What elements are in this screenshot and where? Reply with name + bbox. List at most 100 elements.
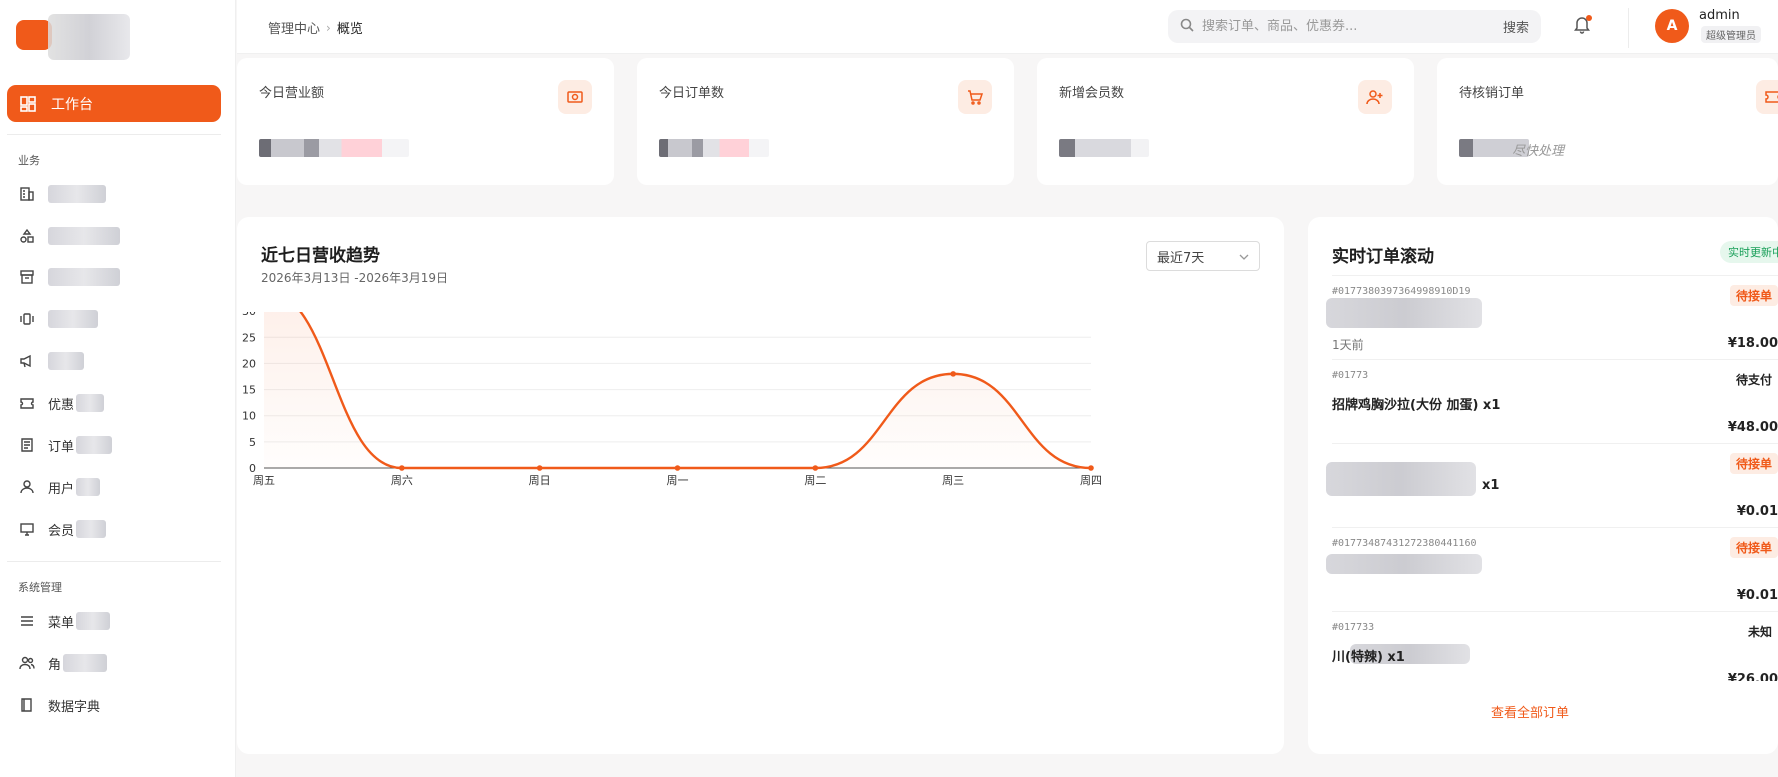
- sidebar-item-members[interactable]: 会员: [18, 518, 218, 540]
- user-plus-icon: [1358, 80, 1392, 114]
- sidebar-item-label: 会员: [48, 523, 75, 539]
- x-tick-label: 周五: [253, 474, 275, 487]
- sidebar: 工作台 业务 优惠 订单 用户 会员 系统管理 菜单 角 数据字典: [0, 0, 236, 777]
- sidebar-item-label: 优惠: [48, 397, 75, 413]
- y-tick-label: 15: [242, 384, 256, 397]
- sidebar-item-label: 菜单: [48, 615, 75, 631]
- order-number: #01773487431272380441160: [1332, 538, 1477, 549]
- range-select[interactable]: 最近7天: [1146, 241, 1260, 271]
- menu-icon: [18, 612, 36, 630]
- sidebar-item-label-blurred: [76, 612, 111, 630]
- avatar[interactable]: A: [1655, 9, 1689, 43]
- order-row[interactable]: #01773487431272380441160 待接单 ¥0.01: [1326, 527, 1778, 611]
- sidebar-item-users[interactable]: 用户: [18, 476, 218, 498]
- ticket-icon: [18, 394, 36, 412]
- data-point: [812, 465, 819, 471]
- status-badge: 待支付: [1735, 373, 1772, 387]
- sidebar-item-label-blurred: [48, 352, 84, 370]
- data-point: [399, 465, 405, 471]
- search-button[interactable]: 搜索: [1503, 17, 1529, 36]
- stat-value-blurred: [1059, 139, 1149, 157]
- chart-title: 近七日营收趋势: [261, 246, 380, 266]
- sidebar-item-4[interactable]: [18, 308, 218, 330]
- stat-card-revenue: 今日营业额: [237, 58, 614, 185]
- y-tick-label: 5: [249, 436, 256, 449]
- sidebar-item-dashboard[interactable]: 工作台: [7, 85, 221, 122]
- dashboard-icon: [19, 95, 37, 113]
- divider: [1628, 8, 1629, 48]
- stat-label: 新增会员数: [1059, 86, 1125, 101]
- sidebar-item-label: 工作台: [51, 96, 93, 113]
- building-icon: [18, 185, 36, 203]
- data-point: [674, 465, 681, 471]
- revenue-line-chart: 05101520253035周五周六周日周一周二周三周四: [242, 312, 1102, 487]
- sidebar-item-label-blurred: [48, 185, 106, 203]
- data-point: [1088, 465, 1094, 471]
- sidebar-item-roles[interactable]: 角: [18, 652, 218, 674]
- users-icon: [18, 654, 36, 672]
- monitor-icon: [18, 520, 36, 538]
- chevron-down-icon: [1239, 249, 1249, 264]
- sidebar-item-label: 数据字典: [48, 699, 101, 715]
- cash-icon: [558, 80, 592, 114]
- status-badge: 未知: [1747, 625, 1772, 639]
- status-badge: 待接单: [1729, 285, 1778, 306]
- breadcrumb-root[interactable]: 管理中心: [268, 18, 320, 37]
- sidebar-item-1[interactable]: [18, 183, 218, 205]
- order-price: ¥0.01: [1736, 504, 1778, 519]
- view-all-orders-link[interactable]: 查看全部订单: [1308, 702, 1752, 721]
- revenue-chart-card: 近七日营收趋势 2026年3月13日 -2026年3月19日 最近7天 0 5 10…: [237, 217, 1284, 754]
- stat-label: 今日订单数: [659, 86, 725, 101]
- x-tick-label: 周一: [667, 474, 689, 487]
- user-icon: [18, 478, 36, 496]
- shapes-icon: [18, 227, 36, 245]
- order-item-blurred: [1326, 554, 1482, 574]
- sidebar-item-orders[interactable]: 订单: [18, 434, 218, 456]
- user-name[interactable]: admin: [1699, 8, 1740, 23]
- order-row[interactable]: #01773 待支付 招牌鸡胸沙拉(大份 加蛋) x1 ¥48.00: [1332, 359, 1778, 443]
- order-price: ¥18.00: [1727, 336, 1778, 351]
- sidebar-item-label-blurred: [76, 520, 107, 538]
- sidebar-item-label-blurred: [76, 394, 105, 412]
- order-row[interactable]: #017733 未知 川(特辣) x1 ¥26.00: [1332, 611, 1778, 681]
- receipt-icon: [18, 436, 36, 454]
- archive-icon: [18, 268, 36, 286]
- stat-label: 今日营业额: [259, 86, 325, 101]
- breadcrumb-current: 概览: [336, 22, 363, 37]
- stat-card-members: 新增会员数: [1037, 58, 1414, 185]
- sidebar-item-dictionary[interactable]: 数据字典: [18, 694, 218, 716]
- user-role-badge: 超级管理员: [1701, 26, 1761, 43]
- status-badge: 待接单: [1729, 537, 1778, 558]
- divider: [7, 561, 221, 562]
- logo[interactable]: [8, 14, 132, 62]
- chart-date-range: 2026年3月13日 -2026年3月19日: [261, 271, 449, 285]
- y-tick-label: 20: [242, 357, 256, 370]
- x-tick-label: 周三: [942, 474, 964, 487]
- order-price: ¥0.01: [1736, 588, 1778, 603]
- megaphone-icon: [18, 352, 36, 370]
- order-price: ¥48.00: [1727, 420, 1778, 435]
- order-row[interactable]: 待接单 x1 ¥0.01: [1326, 443, 1778, 527]
- order-item: 川(特辣) x1: [1332, 650, 1405, 665]
- status-badge: 待接单: [1729, 453, 1778, 474]
- sidebar-item-menu[interactable]: 菜单: [18, 610, 218, 632]
- search-input[interactable]: [1202, 19, 1503, 34]
- order-price: ¥26.00: [1727, 672, 1778, 681]
- sidebar-item-2[interactable]: [18, 225, 218, 247]
- realtime-orders-card: 实时订单滚动 实时更新中 #0177380397364998910D19 待接单…: [1308, 217, 1778, 754]
- sidebar-item-5[interactable]: [18, 350, 218, 372]
- sidebar-item-coupons[interactable]: 优惠: [18, 392, 218, 414]
- sidebar-item-3[interactable]: [18, 266, 218, 288]
- notification-bell-icon[interactable]: [1572, 14, 1594, 36]
- sidebar-item-label-blurred: [63, 654, 108, 672]
- sidebar-item-label-blurred: [76, 478, 101, 496]
- sidebar-item-label-blurred: [48, 268, 120, 286]
- data-point: [950, 371, 956, 377]
- ticket-check-icon: [1756, 80, 1778, 114]
- x-tick-label: 周二: [804, 474, 826, 487]
- sidebar-item-label-blurred: [76, 436, 113, 454]
- search-bar: 搜索: [1168, 10, 1541, 43]
- stat-value-blurred: [659, 139, 769, 157]
- range-select-value: 最近7天: [1157, 250, 1205, 266]
- order-row[interactable]: #0177380397364998910D19 待接单 1天前 ¥18.00: [1326, 275, 1778, 359]
